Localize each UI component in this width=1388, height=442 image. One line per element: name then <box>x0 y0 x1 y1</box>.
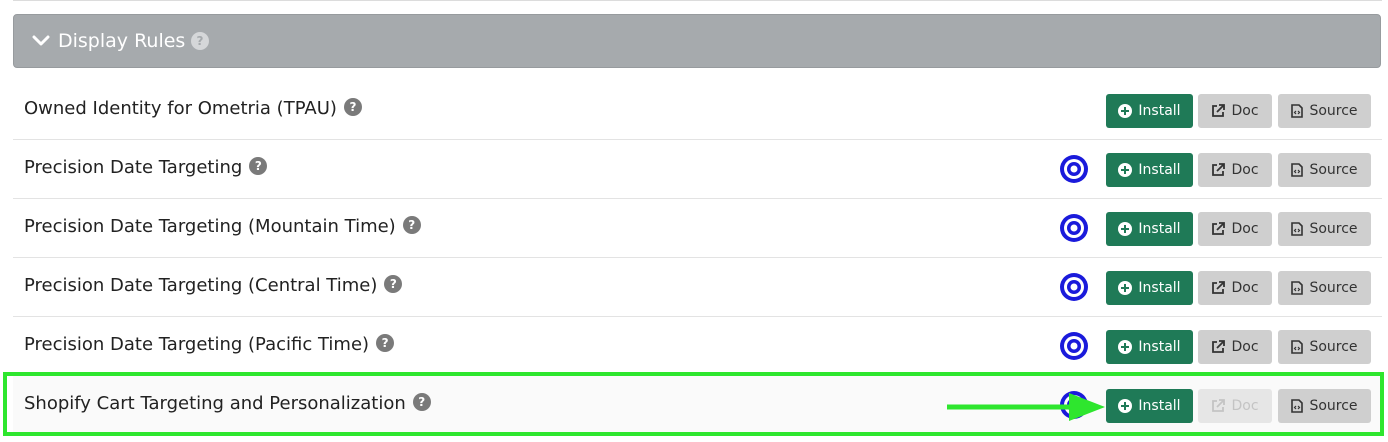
source-button[interactable]: Source <box>1278 389 1371 423</box>
bullseye-icon <box>1060 214 1088 242</box>
bullseye-icon <box>1060 273 1088 301</box>
section-title: Display Rules <box>58 30 186 52</box>
rule-name: Precision Date Targeting? <box>24 156 268 180</box>
file-code-icon <box>1291 222 1304 236</box>
bullseye-icon <box>1060 155 1088 183</box>
question-circle-icon[interactable]: ? <box>402 216 421 234</box>
doc-label: Doc <box>1231 162 1259 178</box>
source-button[interactable]: Source <box>1278 212 1371 246</box>
install-button[interactable]: Install <box>1106 330 1193 364</box>
plus-circle-icon <box>1118 281 1133 295</box>
plus-circle-icon <box>1118 222 1133 236</box>
rule-row: Shopify Cart Targeting and Personalizati… <box>13 376 1382 435</box>
rule-name-label: Owned Identity for Ometria (TPAU) <box>24 98 337 119</box>
plus-circle-icon <box>1118 163 1133 177</box>
doc-label: Doc <box>1231 280 1259 296</box>
display-rules-header[interactable]: Display Rules ? <box>13 14 1381 68</box>
file-code-icon <box>1291 104 1304 118</box>
source-button[interactable]: Source <box>1278 271 1371 305</box>
doc-button[interactable]: Doc <box>1198 212 1272 246</box>
install-button[interactable]: Install <box>1106 271 1193 305</box>
file-code-icon <box>1291 163 1304 177</box>
plus-circle-icon <box>1118 340 1133 354</box>
install-button[interactable]: Install <box>1106 153 1193 187</box>
install-label: Install <box>1138 280 1181 296</box>
plus-circle-icon <box>1118 104 1133 118</box>
rule-name-label: Precision Date Targeting (Central Time) <box>24 275 378 296</box>
top-divider <box>13 0 1382 1</box>
external-link-icon <box>1212 281 1226 294</box>
rule-row: Precision Date Targeting (Central Time)?… <box>13 258 1382 317</box>
doc-button[interactable]: Doc <box>1198 271 1272 305</box>
install-label: Install <box>1138 103 1181 119</box>
rule-name-label: Precision Date Targeting (Pacific Time) <box>24 334 370 355</box>
source-button[interactable]: Source <box>1278 94 1371 128</box>
file-code-icon <box>1291 281 1304 295</box>
install-label: Install <box>1138 221 1181 237</box>
rule-name: Precision Date Targeting (Central Time)? <box>24 274 403 298</box>
source-label: Source <box>1309 162 1358 178</box>
source-label: Source <box>1309 280 1358 296</box>
chevron-down-icon <box>32 35 50 46</box>
source-button[interactable]: Source <box>1278 330 1371 364</box>
install-label: Install <box>1138 339 1181 355</box>
question-circle-icon[interactable]: ? <box>191 32 209 50</box>
doc-button[interactable]: Doc <box>1198 330 1272 364</box>
question-circle-icon[interactable]: ? <box>384 275 403 293</box>
doc-label: Doc <box>1231 221 1259 237</box>
external-link-icon <box>1212 399 1226 412</box>
install-label: Install <box>1138 398 1181 414</box>
rule-row: Precision Date Targeting (Pacific Time)?… <box>13 317 1382 376</box>
question-circle-icon[interactable]: ? <box>249 157 268 175</box>
source-label: Source <box>1309 339 1358 355</box>
external-link-icon <box>1212 222 1226 235</box>
doc-label: Doc <box>1231 339 1259 355</box>
rule-name: Precision Date Targeting (Pacific Time)? <box>24 333 395 357</box>
rule-name: Shopify Cart Targeting and Personalizati… <box>24 392 431 416</box>
question-circle-icon[interactable]: ? <box>376 334 395 352</box>
plus-circle-icon <box>1118 399 1133 413</box>
rule-row: Precision Date Targeting (Mountain Time)… <box>13 199 1382 258</box>
install-button[interactable]: Install <box>1106 389 1193 423</box>
source-label: Source <box>1309 103 1358 119</box>
arrow-annotation-icon <box>947 393 1105 421</box>
rule-name-label: Shopify Cart Targeting and Personalizati… <box>24 393 406 414</box>
file-code-icon <box>1291 340 1304 354</box>
rule-name-label: Precision Date Targeting <box>24 157 243 178</box>
install-label: Install <box>1138 162 1181 178</box>
source-label: Source <box>1309 398 1358 414</box>
external-link-icon <box>1212 163 1226 176</box>
doc-label: Doc <box>1231 103 1259 119</box>
install-button[interactable]: Install <box>1106 212 1193 246</box>
question-circle-icon[interactable]: ? <box>343 98 362 116</box>
rule-name: Precision Date Targeting (Mountain Time)… <box>24 215 421 239</box>
bullseye-icon <box>1060 332 1088 360</box>
doc-button[interactable]: Doc <box>1198 153 1272 187</box>
rule-row: Precision Date Targeting? Install Doc Sourc… <box>13 140 1382 199</box>
doc-label: Doc <box>1231 398 1259 414</box>
doc-button: Doc <box>1198 389 1272 423</box>
rule-name: Owned Identity for Ometria (TPAU)? <box>24 97 362 121</box>
source-label: Source <box>1309 221 1358 237</box>
install-button[interactable]: Install <box>1106 94 1193 128</box>
file-code-icon <box>1291 399 1304 413</box>
rule-name-label: Precision Date Targeting (Mountain Time) <box>24 216 396 237</box>
external-link-icon <box>1212 340 1226 353</box>
source-button[interactable]: Source <box>1278 153 1371 187</box>
rule-row: Owned Identity for Ometria (TPAU)? Instal… <box>13 81 1382 140</box>
question-circle-icon[interactable]: ? <box>412 393 431 411</box>
external-link-icon <box>1212 104 1226 117</box>
doc-button[interactable]: Doc <box>1198 94 1272 128</box>
